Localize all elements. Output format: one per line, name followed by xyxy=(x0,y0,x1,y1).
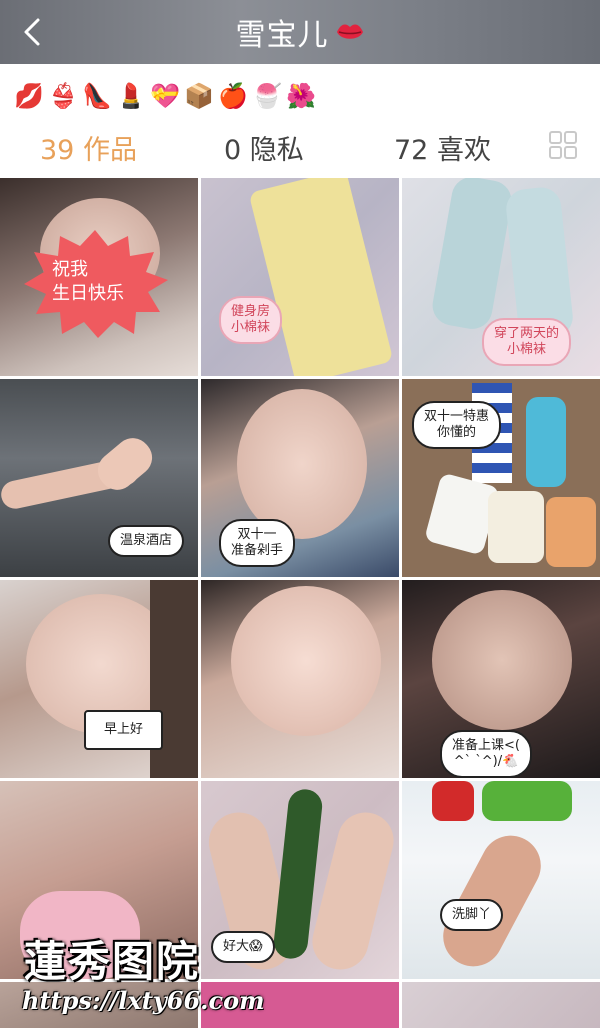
profile-tabs: 39 作品 0 隐私 72 喜欢 xyxy=(0,118,600,176)
bio-emoji-row: 💋 👙 👠 💄 💝 📦 🍎 🍧 🌺 xyxy=(14,76,316,116)
post-caption: 准备上课<( ^` `^)/🐔 xyxy=(440,730,532,778)
emoji-lips: 💋 xyxy=(14,82,44,110)
post-thumbnail[interactable]: 双十一 准备剁手 xyxy=(201,379,399,577)
post-caption: 健身房 小棉袜 xyxy=(219,296,283,344)
post-thumbnail[interactable]: 早上好 xyxy=(0,580,198,778)
post-thumbnail[interactable]: 好大😱 xyxy=(201,781,399,979)
tab-likes[interactable]: 72 喜欢 xyxy=(394,128,491,167)
emoji-lipstick: 💄 xyxy=(116,82,146,110)
post-caption: 穿了两天的 小棉袜 xyxy=(482,318,572,366)
emoji-bikini: 👙 xyxy=(48,82,78,110)
post-thumbnail[interactable]: 洗脚丫 xyxy=(402,781,600,979)
emoji-shaved-ice: 🍧 xyxy=(252,82,282,110)
post-thumbnail[interactable] xyxy=(402,982,600,1028)
watermark-url: https://lxty66.com xyxy=(22,986,265,1015)
emoji-hibiscus: 🌺 xyxy=(286,82,316,110)
tab-private[interactable]: 0 隐私 xyxy=(224,128,304,167)
top-nav-bar: 雪宝儿 xyxy=(0,0,600,64)
post-caption: 好大😱 xyxy=(211,931,275,963)
post-thumbnail[interactable]: 温泉酒店 xyxy=(0,379,198,577)
photo-grid: 祝我 生日快乐 健身房 小棉袜 穿了两天的 小棉袜 温泉酒店 双十一 准备剁手 … xyxy=(0,178,600,1028)
post-thumbnail[interactable]: 双十一特惠 你懂的 xyxy=(402,379,600,577)
emoji-apple: 🍎 xyxy=(218,82,248,110)
emoji-heels: 👠 xyxy=(82,82,112,110)
post-caption: 温泉酒店 xyxy=(108,525,185,557)
post-caption: 早上好 xyxy=(84,710,164,750)
emoji-heart-gift: 💝 xyxy=(150,82,180,110)
grid-view-icon[interactable] xyxy=(548,130,578,160)
post-caption: 双十一 准备剁手 xyxy=(219,519,296,567)
tab-works[interactable]: 39 作品 xyxy=(40,128,137,167)
post-caption: 双十一特惠 你懂的 xyxy=(412,401,502,449)
post-caption: 洗脚丫 xyxy=(440,899,504,931)
post-thumbnail[interactable]: 准备上课<( ^` `^)/🐔 xyxy=(402,580,600,778)
post-thumbnail[interactable]: 穿了两天的 小棉袜 xyxy=(402,178,600,376)
post-thumbnail[interactable] xyxy=(201,580,399,778)
post-thumbnail[interactable]: 祝我 生日快乐 xyxy=(0,178,198,376)
post-thumbnail[interactable]: 健身房 小棉袜 xyxy=(201,178,399,376)
post-caption: 祝我 生日快乐 xyxy=(52,259,124,304)
emoji-package: 📦 xyxy=(184,82,214,110)
page-title: 雪宝儿 xyxy=(235,18,329,53)
lips-icon xyxy=(336,24,363,39)
watermark-logo: 蓮秀图院 xyxy=(24,937,201,986)
